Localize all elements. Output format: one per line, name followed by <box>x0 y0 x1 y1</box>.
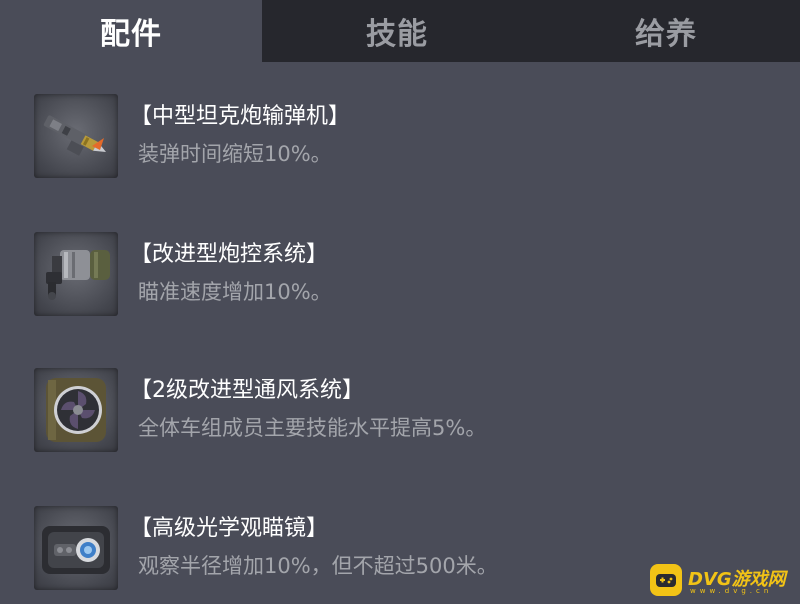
watermark-domain: www.dvg.cn <box>690 587 773 595</box>
item-description: 瞄准速度增加10%。 <box>138 280 332 304</box>
item-title: 【中型坦克炮输弹机】 <box>130 104 351 129</box>
item-title: 【高级光学观瞄镜】 <box>130 516 329 541</box>
rammer-icon <box>34 94 118 178</box>
tab-consumables[interactable]: 给养 <box>532 0 800 62</box>
tab-equipment[interactable]: 配件 <box>0 0 262 62</box>
list-item: 【改进型炮控系统】 瞄准速度增加10%。 <box>0 232 800 322</box>
list-item: 【2级改进型通风系统】 全体车组成员主要技能水平提高5%。 <box>0 368 800 458</box>
site-watermark: DVG游戏网 www.dvg.cn <box>648 562 794 598</box>
list-item: 【中型坦克炮输弹机】 装弹时间缩短10%。 <box>0 94 800 184</box>
item-description: 全体车组成员主要技能水平提高5%。 <box>138 416 487 440</box>
tab-skills[interactable]: 技能 <box>262 0 532 62</box>
coated-optics-icon <box>34 506 118 590</box>
gamepad-logo-icon <box>650 564 682 596</box>
tab-bar: 配件 技能 给养 <box>0 0 800 62</box>
gun-laying-drive-icon <box>34 232 118 316</box>
item-title: 【2级改进型通风系统】 <box>130 378 364 403</box>
ventilation-fan-icon <box>34 368 118 452</box>
item-title: 【改进型炮控系统】 <box>130 242 329 267</box>
item-description: 装弹时间缩短10%。 <box>138 142 332 166</box>
item-description: 观察半径增加10%，但不超过500米。 <box>138 554 498 578</box>
